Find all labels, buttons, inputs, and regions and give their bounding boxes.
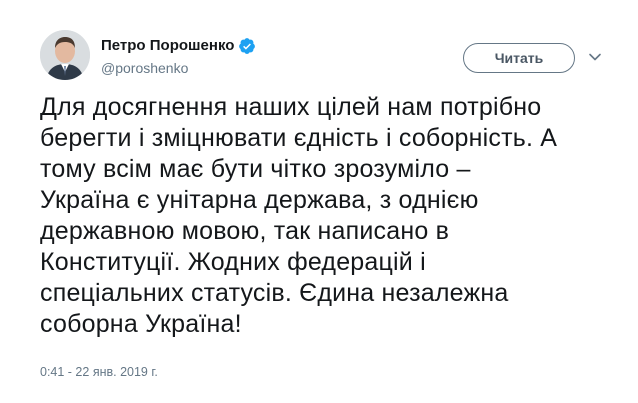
author-handle[interactable]: @poroshenko <box>101 60 256 76</box>
tweet-text: Для досягнення наших цілей нам потрібно … <box>40 93 558 338</box>
author-name-row[interactable]: Петро Порошенко <box>101 37 256 55</box>
tweet-card: Петро Порошенко @poroshenko Читать Для д… <box>0 0 638 403</box>
tweet-timestamp[interactable]: 0:41 - 22 янв. 2019 г. <box>40 365 158 379</box>
avatar[interactable] <box>40 30 90 80</box>
author-info: Петро Порошенко @poroshenko <box>101 37 256 76</box>
author-display-name[interactable]: Петро Порошенко <box>101 37 234 55</box>
avatar-image <box>40 30 90 80</box>
follow-button[interactable]: Читать <box>463 43 575 73</box>
verified-badge-icon <box>239 38 256 54</box>
chevron-down-icon[interactable] <box>588 50 602 64</box>
